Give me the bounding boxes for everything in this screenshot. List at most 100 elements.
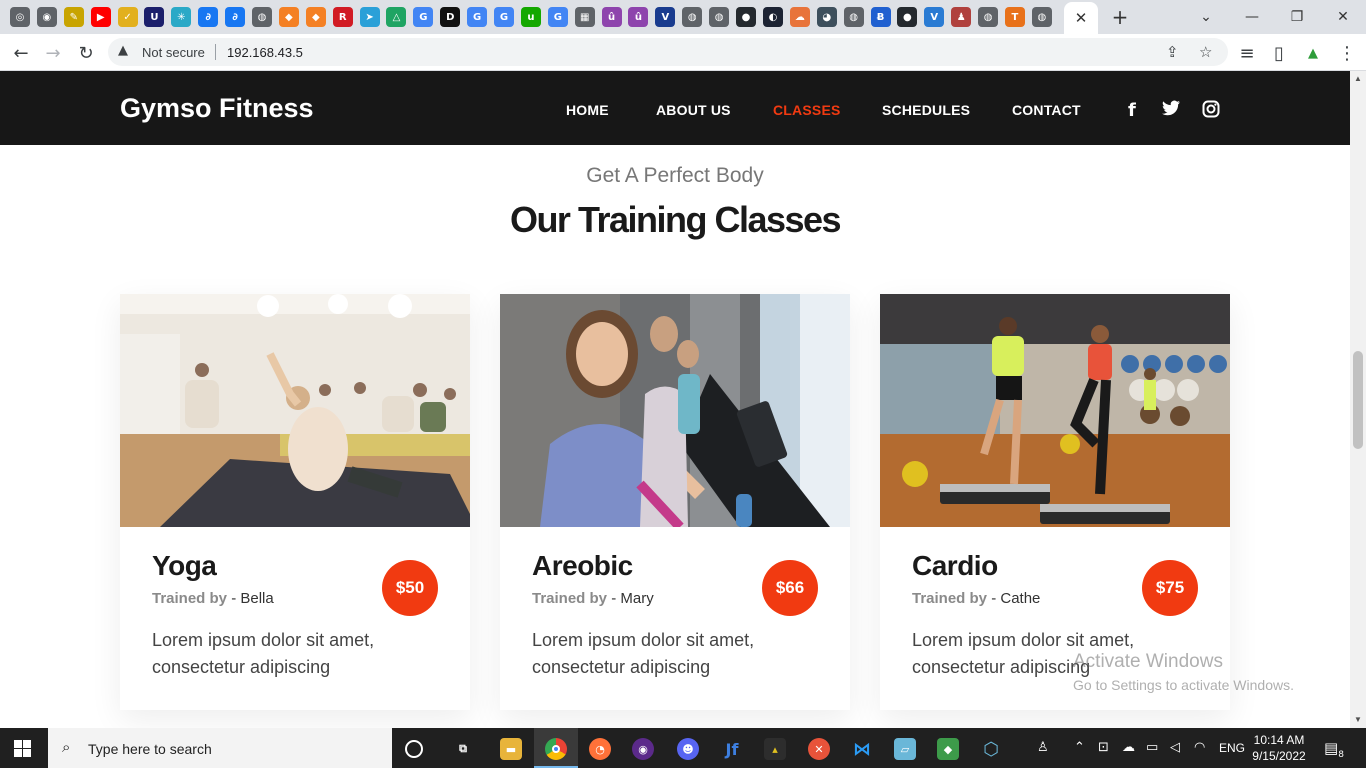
tab-icon-23[interactable]: û: [601, 7, 622, 27]
notification-center-icon[interactable]: ▤8: [1324, 739, 1344, 760]
taskbar-clock[interactable]: 10:14 AM 9/15/2022: [1252, 732, 1306, 764]
file-explorer-icon[interactable]: ▬: [500, 738, 522, 760]
tab-icon-6[interactable]: U: [144, 7, 165, 27]
firefox-icon[interactable]: ◔: [589, 738, 611, 760]
minimize-button[interactable]: —: [1238, 4, 1266, 30]
tab-icon-2[interactable]: ◉: [36, 7, 57, 27]
active-tab[interactable]: ✕: [1064, 2, 1098, 34]
discord-icon[interactable]: ☻: [677, 738, 699, 760]
tab-icon-24[interactable]: û: [628, 7, 649, 27]
instagram-icon[interactable]: [1202, 100, 1220, 123]
nav-schedules[interactable]: SCHEDULES: [882, 102, 970, 118]
class-card-yoga[interactable]: Yoga Trained by - Bella $50 Lorem ipsum …: [120, 294, 470, 710]
search-placeholder[interactable]: Type here to search: [88, 741, 212, 757]
volume-icon[interactable]: ◁: [1170, 740, 1180, 755]
tab-icon-drive[interactable]: △: [386, 7, 407, 27]
tab-icon-10[interactable]: ◍: [252, 7, 273, 27]
security-status[interactable]: Not secure: [142, 45, 205, 60]
tab-icon-5[interactable]: ✓: [117, 7, 138, 27]
tab-icon-12[interactable]: ◆: [305, 7, 326, 27]
twitter-icon[interactable]: [1162, 100, 1180, 121]
tab-icon-github-2[interactable]: ●: [897, 7, 918, 27]
new-tab-button[interactable]: +: [1108, 5, 1132, 29]
tab-icon-37[interactable]: ◍: [978, 7, 999, 27]
task-view-icon[interactable]: ⧉: [452, 738, 474, 760]
close-tab-icon[interactable]: ✕: [1075, 9, 1088, 27]
postman-icon[interactable]: ✕: [808, 738, 830, 760]
tab-icon-google-1[interactable]: G: [413, 7, 434, 27]
tab-icon-30[interactable]: ☁: [789, 7, 810, 27]
tab-icon-25[interactable]: V: [655, 7, 676, 27]
podcast-app-icon[interactable]: ◉: [632, 738, 654, 760]
nav-classes[interactable]: CLASSES: [773, 102, 841, 118]
class-card-cardio[interactable]: Cardio Trained by - Cathe $75 Lorem ipsu…: [880, 294, 1230, 710]
tab-icon-github-1[interactable]: ●: [736, 7, 757, 27]
network-adapter-icon[interactable]: ⊡: [1098, 740, 1109, 755]
tab-icon-youtube[interactable]: ▶: [90, 7, 111, 27]
share-icon[interactable]: ⇪: [1166, 43, 1179, 61]
facebook-icon[interactable]: f: [1128, 100, 1136, 121]
tab-icon-8[interactable]: ∂: [198, 7, 219, 27]
jetbrains-icon[interactable]: Jf: [721, 738, 743, 760]
back-button[interactable]: ←: [8, 40, 34, 66]
profile-extension-icon[interactable]: ▲: [1300, 40, 1326, 66]
tab-icon-telegram[interactable]: ➤: [359, 7, 380, 27]
class-card-areobic[interactable]: Areobic Trained by - Mary $66 Lorem ipsu…: [500, 294, 850, 710]
tab-icon-7[interactable]: ✳: [171, 7, 192, 27]
people-icon[interactable]: ♙: [1037, 740, 1049, 755]
notepad-icon[interactable]: ▱: [894, 738, 916, 760]
nav-contact[interactable]: CONTACT: [1012, 102, 1081, 118]
side-panel-icon[interactable]: ▯: [1266, 40, 1292, 66]
vscode-icon[interactable]: ⋈: [851, 738, 873, 760]
tab-icon-38[interactable]: T: [1004, 7, 1025, 27]
nav-about-us[interactable]: ABOUT US: [656, 102, 731, 118]
tab-icon-dev[interactable]: D: [440, 7, 461, 27]
tab-icon-33[interactable]: Ƀ: [870, 7, 891, 27]
url-text[interactable]: 192.168.43.5: [227, 45, 303, 60]
tab-icon-36[interactable]: ♟: [951, 7, 972, 27]
page-scrollbar[interactable]: ▲ ▼: [1350, 71, 1366, 728]
scroll-thumb[interactable]: [1353, 351, 1363, 449]
battery-icon[interactable]: ▭: [1146, 740, 1158, 755]
wifi-icon[interactable]: ◠: [1194, 740, 1205, 755]
tab-icon-google-3[interactable]: G: [494, 7, 515, 27]
scroll-down-icon[interactable]: ▼: [1354, 715, 1362, 724]
language-indicator[interactable]: ENG: [1219, 741, 1245, 755]
windows-start-icon[interactable]: [14, 740, 31, 757]
tab-icon-upwork[interactable]: u: [520, 7, 541, 27]
tab-icon-google-2[interactable]: G: [467, 7, 488, 27]
warning-icon[interactable]: ▲: [118, 43, 128, 58]
cloud-icon[interactable]: ☁: [1122, 740, 1135, 755]
tab-icon-39[interactable]: ◍: [1031, 7, 1052, 27]
reading-list-icon[interactable]: ≡: [1234, 40, 1260, 66]
taskbar-search[interactable]: ⌕ Type here to search: [48, 728, 392, 768]
tab-icon-11[interactable]: ◆: [278, 7, 299, 27]
tab-icon-9[interactable]: ∂: [225, 7, 246, 27]
forward-button[interactable]: →: [40, 40, 66, 66]
restore-button[interactable]: ❐: [1283, 4, 1311, 30]
tab-icon-32[interactable]: ◍: [843, 7, 864, 27]
virtualbox-icon[interactable]: ⬡: [980, 738, 1002, 760]
tab-icon-27[interactable]: ◍: [709, 7, 730, 27]
tab-search-chevron-icon[interactable]: ⌄: [1192, 4, 1220, 30]
bookmark-star-icon[interactable]: ☆: [1199, 43, 1212, 61]
tab-icon-13[interactable]: R: [332, 7, 353, 27]
tab-icon-google-4[interactable]: G: [547, 7, 568, 27]
tab-icon-26[interactable]: ◍: [682, 7, 703, 27]
browser-menu-icon[interactable]: ⋮: [1334, 40, 1360, 66]
tray-chevron-icon[interactable]: ⌃: [1074, 740, 1085, 755]
site-brand[interactable]: Gymso Fitness: [120, 93, 314, 124]
tab-icon-22[interactable]: ▦: [574, 7, 595, 27]
tab-icon-31[interactable]: ◕: [816, 7, 837, 27]
close-window-button[interactable]: ✕: [1329, 4, 1357, 30]
scroll-up-icon[interactable]: ▲: [1354, 74, 1362, 83]
tab-icon-1[interactable]: ◎: [10, 7, 30, 27]
tab-icon-29[interactable]: ◐: [762, 7, 783, 27]
cortana-icon[interactable]: [405, 740, 423, 758]
tab-icon-3[interactable]: ✎: [63, 7, 84, 27]
reload-button[interactable]: ↻: [73, 40, 99, 66]
chrome-icon[interactable]: [545, 738, 567, 760]
nav-home[interactable]: HOME: [566, 102, 609, 118]
alpari-icon[interactable]: ▴: [764, 738, 786, 760]
gitkraken-icon[interactable]: ◆: [937, 738, 959, 760]
